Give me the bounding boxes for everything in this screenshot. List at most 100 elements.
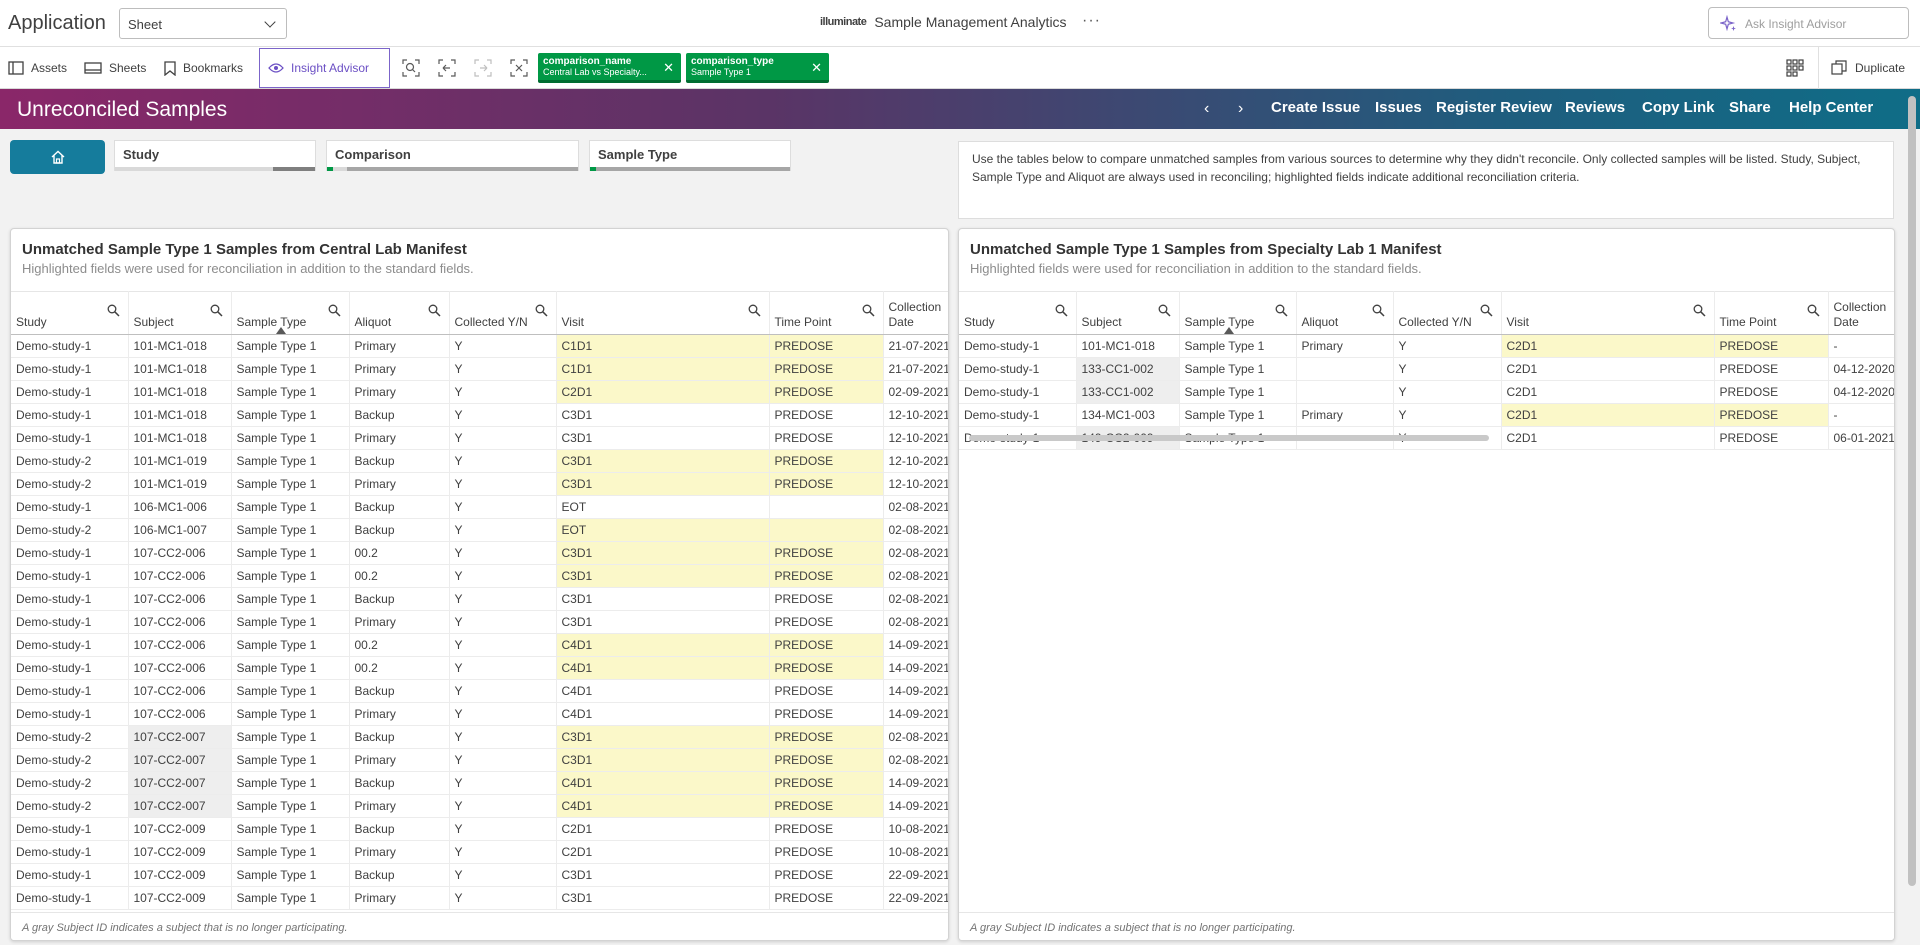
table-row[interactable]: Demo-study-1 133-CC1-002 Sample Type 1 Y C2D… [959, 357, 1894, 381]
search-icon[interactable] [1055, 304, 1068, 317]
column-header[interactable]: Subject [1076, 291, 1180, 335]
vertical-scrollbar[interactable] [1908, 96, 1916, 886]
duplicate-button[interactable]: Duplicate [1818, 47, 1920, 89]
clear-selections-icon[interactable] [510, 59, 528, 77]
search-icon[interactable] [1372, 304, 1385, 317]
cell-time-point: PREDOSE [769, 771, 884, 795]
table-row[interactable]: Demo-study-1 134-MC1-003 Sample Type 1 Prim… [959, 403, 1894, 427]
table-row[interactable]: Demo-study-1 107-CC2-009 Sample Type 1 Prim… [11, 886, 948, 910]
table-row[interactable]: Demo-study-2 107-CC2-007 Sample Type 1 Prim… [11, 794, 948, 818]
table-row[interactable]: Demo-study-1 101-MC1-018 Sample Type 1 Prim… [11, 380, 948, 404]
table-row[interactable]: Demo-study-1 133-CC1-002 Sample Type 1 Y C2D… [959, 380, 1894, 404]
column-header[interactable]: Sample Type [231, 291, 350, 335]
table-row[interactable]: Demo-study-2 106-MC1-007 Sample Type 1 Back… [11, 518, 948, 542]
table-row[interactable]: Demo-study-2 107-CC2-007 Sample Type 1 Back… [11, 725, 948, 749]
table-row[interactable]: Demo-study-1 101-MC1-018 Sample Type 1 Prim… [11, 426, 948, 450]
column-header-label: Aliquot [354, 315, 392, 329]
search-icon[interactable] [328, 304, 341, 317]
table-row[interactable]: Demo-study-1 106-MC1-006 Sample Type 1 Back… [11, 495, 948, 519]
sheet-select[interactable]: Sheet [119, 8, 287, 39]
step-back-icon[interactable] [438, 59, 456, 77]
search-icon[interactable] [1480, 304, 1493, 317]
table-row[interactable]: Demo-study-1 107-CC2-006 Sample Type 1 00.2… [11, 656, 948, 680]
table-row[interactable]: Demo-study-1 107-CC2-009 Sample Type 1 Prim… [11, 840, 948, 864]
bookmarks-button[interactable]: Bookmarks [156, 47, 251, 89]
smart-search-icon[interactable] [402, 59, 420, 77]
horizontal-scrollbar[interactable] [969, 435, 1489, 441]
register-review-link[interactable]: Register Review [1436, 99, 1552, 116]
grid-icon[interactable] [1786, 59, 1804, 77]
column-header[interactable]: Subject [128, 291, 232, 335]
table-row[interactable]: Demo-study-1 101-MC1-018 Sample Type 1 Back… [11, 403, 948, 427]
search-icon[interactable] [1807, 304, 1820, 317]
table-row[interactable]: Demo-study-1 107-CC2-009 Sample Type 1 Back… [11, 817, 948, 841]
table-row[interactable]: Demo-study-2 107-CC2-007 Sample Type 1 Back… [11, 771, 948, 795]
close-icon[interactable]: ✕ [811, 60, 822, 76]
reviews-link[interactable]: Reviews [1565, 99, 1625, 116]
table-row[interactable]: Demo-study-2 107-CC2-007 Sample Type 1 Prim… [11, 748, 948, 772]
table-row[interactable]: Demo-study-1 107-CC2-006 Sample Type 1 00.2… [11, 633, 948, 657]
close-icon[interactable]: ✕ [663, 60, 674, 76]
help-center-link[interactable]: Help Center [1789, 99, 1873, 116]
cell-time-point: PREDOSE [769, 380, 884, 404]
column-header[interactable]: Sample Type [1179, 291, 1297, 335]
column-header[interactable]: Time Point [769, 291, 884, 335]
table-row[interactable]: Demo-study-1 107-CC2-006 Sample Type 1 Back… [11, 587, 948, 611]
column-header[interactable]: Collection Date [1828, 291, 1894, 335]
home-button[interactable] [10, 140, 105, 174]
search-icon[interactable] [210, 304, 223, 317]
search-icon[interactable] [862, 304, 875, 317]
search-icon[interactable] [748, 304, 761, 317]
search-icon[interactable] [1275, 304, 1288, 317]
column-header[interactable]: Collection Date [883, 291, 948, 335]
column-header[interactable]: Aliquot [349, 291, 450, 335]
issues-link[interactable]: Issues [1375, 99, 1422, 116]
search-icon[interactable] [107, 304, 120, 317]
search-icon[interactable] [428, 304, 441, 317]
cell-collection-date: 02-08-2021 [883, 587, 948, 611]
selection-chip-comparison-type[interactable]: comparison_type Sample Type 1 ✕ [686, 53, 829, 83]
table-row[interactable]: Demo-study-2 101-MC1-019 Sample Type 1 Prim… [11, 472, 948, 496]
column-header[interactable]: Time Point [1714, 291, 1829, 335]
table-row[interactable]: Demo-study-1 107-CC2-006 Sample Type 1 Prim… [11, 610, 948, 634]
table-row[interactable]: Demo-study-1 107-CC2-009 Sample Type 1 Back… [11, 863, 948, 887]
filter-sample-type[interactable]: Sample Type [589, 140, 791, 171]
column-header[interactable]: Collected Y/N [449, 291, 557, 335]
column-header[interactable]: Collected Y/N [1393, 291, 1502, 335]
ask-insight-advisor-input[interactable]: Ask Insight Advisor [1708, 7, 1909, 39]
assets-button[interactable]: Assets [0, 47, 75, 89]
table-row[interactable]: Demo-study-1 107-CC2-006 Sample Type 1 Back… [11, 679, 948, 703]
create-issue-link[interactable]: Create Issue [1271, 99, 1360, 116]
table-row[interactable]: Demo-study-1 101-MC1-018 Sample Type 1 Prim… [959, 334, 1894, 358]
search-icon[interactable] [535, 304, 548, 317]
selection-chip-comparison-name[interactable]: comparison_name Central Lab vs Specialty… [538, 53, 681, 83]
insight-advisor-button[interactable]: Insight Advisor [259, 48, 390, 88]
table-row[interactable]: Demo-study-2 101-MC1-019 Sample Type 1 Back… [11, 449, 948, 473]
column-header[interactable]: Study [959, 291, 1077, 335]
filter-comparison[interactable]: Comparison [326, 140, 579, 171]
copy-link-link[interactable]: Copy Link [1642, 99, 1715, 116]
table-row[interactable]: Demo-study-1 107-CC2-006 Sample Type 1 Prim… [11, 702, 948, 726]
table-row[interactable]: Demo-study-1 107-CC2-006 Sample Type 1 00.2… [11, 541, 948, 565]
table-row[interactable]: Demo-study-1 107-CC2-006 Sample Type 1 00.2… [11, 564, 948, 588]
cell-collection-date: 04-12-2020 [1828, 380, 1894, 404]
cell-visit: C1D1 [556, 357, 770, 381]
sheets-button[interactable]: Sheets [76, 47, 154, 89]
previous-sheet-button[interactable]: ‹ [1204, 100, 1209, 118]
column-header[interactable]: Visit [556, 291, 770, 335]
search-icon[interactable] [1693, 304, 1706, 317]
cell-collected-y-n: Y [1393, 380, 1502, 404]
cell-visit: C2D1 [1501, 426, 1715, 450]
column-header[interactable]: Aliquot [1296, 291, 1394, 335]
column-header[interactable]: Study [11, 291, 129, 335]
more-options-icon[interactable]: ··· [1082, 12, 1101, 30]
table-row[interactable]: Demo-study-1 101-MC1-018 Sample Type 1 Prim… [11, 334, 948, 358]
filter-study[interactable]: Study [114, 140, 316, 171]
search-icon[interactable] [1158, 304, 1171, 317]
next-sheet-button[interactable]: › [1238, 100, 1243, 118]
table-row[interactable]: Demo-study-1 101-MC1-018 Sample Type 1 Prim… [11, 357, 948, 381]
share-link[interactable]: Share [1729, 99, 1771, 116]
cell-visit: C3D1 [556, 610, 770, 634]
step-forward-icon[interactable] [474, 59, 492, 77]
column-header[interactable]: Visit [1501, 291, 1715, 335]
